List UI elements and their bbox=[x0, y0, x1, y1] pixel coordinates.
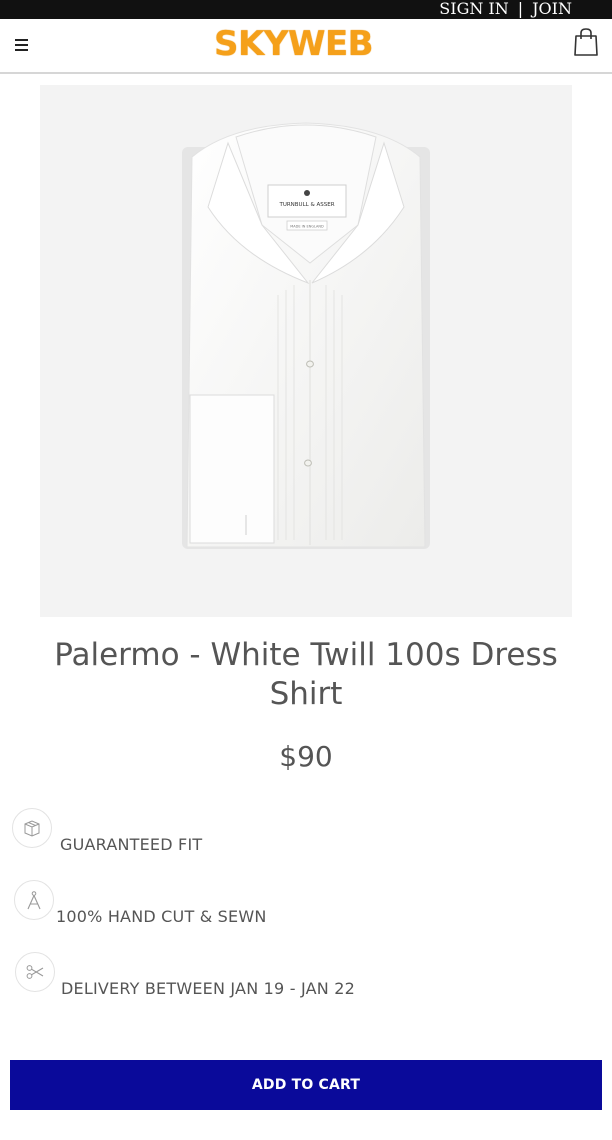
product-image[interactable]: TURNBULL & ASSER MADE IN ENGLAND bbox=[40, 85, 572, 617]
product-title: Palermo - White Twill 100s Dress Shirt bbox=[54, 637, 558, 712]
sign-in-link[interactable]: SIGN IN bbox=[439, 0, 508, 18]
product-price: $90 bbox=[279, 740, 333, 773]
top-bar: SIGN IN | JOIN bbox=[0, 0, 612, 19]
feature-label: 100% HAND CUT & SEWN bbox=[56, 907, 267, 926]
feature-delivery: DELIVERY BETWEEN JAN 19 - JAN 22 bbox=[12, 952, 572, 998]
shirt-size-label: MADE IN ENGLAND bbox=[290, 225, 324, 229]
account-links: SIGN IN | JOIN bbox=[439, 0, 572, 18]
join-link[interactable]: JOIN bbox=[532, 0, 572, 18]
shirt-brand-label: TURNBULL & ASSER bbox=[278, 202, 334, 208]
site-header: SKYWEB bbox=[0, 19, 612, 74]
scissors-icon bbox=[15, 952, 55, 992]
add-to-cart-button[interactable]: ADD TO CART bbox=[10, 1060, 602, 1110]
box-icon bbox=[12, 808, 52, 848]
feature-label: DELIVERY BETWEEN JAN 19 - JAN 22 bbox=[61, 979, 355, 998]
feature-guaranteed-fit: GUARANTEED FIT bbox=[12, 808, 572, 854]
site-logo[interactable]: SKYWEB bbox=[214, 25, 384, 63]
feature-label: GUARANTEED FIT bbox=[60, 835, 203, 854]
link-separator: | bbox=[517, 0, 524, 18]
shopping-bag-icon[interactable] bbox=[573, 27, 599, 57]
compass-icon bbox=[14, 880, 54, 920]
feature-hand-cut: 100% HAND CUT & SEWN bbox=[12, 880, 572, 926]
hamburger-menu-icon[interactable] bbox=[15, 39, 28, 52]
